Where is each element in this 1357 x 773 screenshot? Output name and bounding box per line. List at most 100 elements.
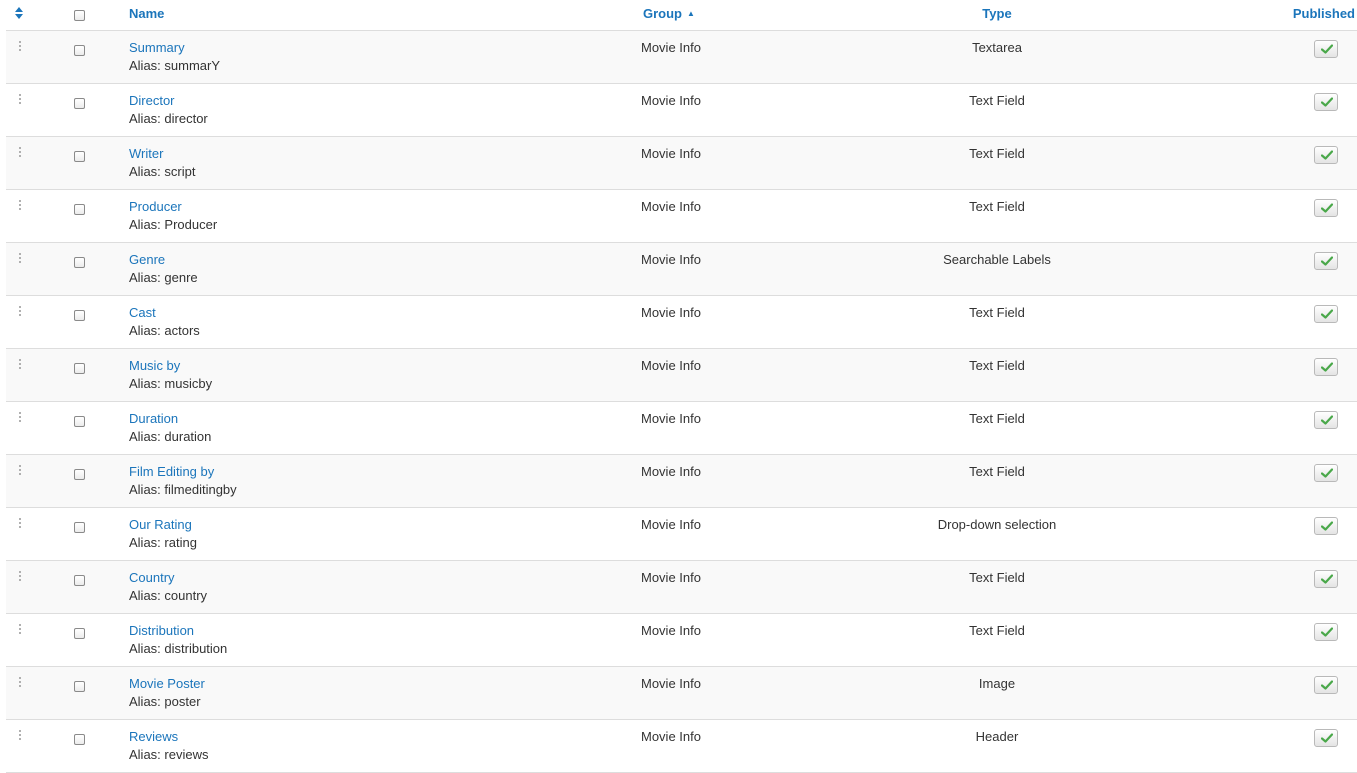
sort-updown-icon[interactable]	[14, 5, 24, 21]
table-row: Producer Alias: Producer Movie Info Text Fi…	[6, 190, 1357, 243]
published-toggle-button[interactable]	[1314, 252, 1338, 270]
field-type: Text Field	[969, 146, 1025, 161]
field-type: Text Field	[969, 570, 1025, 585]
field-name-link[interactable]: Music by	[129, 358, 180, 374]
table-row: Country Alias: country Movie Info Text Fiel…	[6, 561, 1357, 614]
drag-handle-icon[interactable]	[18, 571, 22, 583]
drag-handle-icon[interactable]	[18, 41, 22, 53]
table-header: Name Group ▲ Type Published	[6, 0, 1357, 31]
drag-handle-icon[interactable]	[18, 306, 22, 318]
row-checkbox[interactable]	[74, 522, 85, 533]
field-alias: Alias: Producer	[129, 217, 218, 232]
published-toggle-button[interactable]	[1314, 570, 1338, 588]
field-name-link[interactable]: Reviews	[129, 729, 178, 745]
table-row: Director Alias: director Movie Info Text Fi…	[6, 84, 1357, 137]
sort-by-published-link[interactable]: Published	[1293, 6, 1355, 21]
field-name-link[interactable]: Director	[129, 93, 175, 109]
row-checkbox[interactable]	[74, 575, 85, 586]
row-checkbox[interactable]	[74, 469, 85, 480]
published-toggle-button[interactable]	[1314, 40, 1338, 58]
field-group: Movie Info	[641, 623, 701, 638]
published-toggle-button[interactable]	[1314, 305, 1338, 323]
drag-handle-icon[interactable]	[18, 253, 22, 265]
drag-handle-icon[interactable]	[18, 412, 22, 424]
published-toggle-button[interactable]	[1314, 146, 1338, 164]
field-type: Searchable Labels	[943, 252, 1051, 267]
field-name-link[interactable]: Distribution	[129, 623, 194, 639]
field-alias: Alias: country	[129, 588, 208, 603]
field-alias: Alias: director	[129, 111, 208, 126]
published-toggle-button[interactable]	[1314, 199, 1338, 217]
row-checkbox[interactable]	[74, 416, 85, 427]
field-group: Movie Info	[641, 729, 701, 744]
drag-handle-icon[interactable]	[18, 730, 22, 742]
row-checkbox[interactable]	[74, 628, 85, 639]
table-row: Distribution Alias: distribution Movie Inf…	[6, 614, 1357, 667]
field-type: Drop-down selection	[937, 517, 1057, 532]
field-name-link[interactable]: Our Rating	[129, 517, 192, 533]
drag-handle-icon[interactable]	[18, 677, 22, 689]
field-alias: Alias: rating	[129, 535, 197, 550]
row-checkbox[interactable]	[74, 681, 85, 692]
field-alias: Alias: duration	[129, 429, 212, 444]
row-checkbox[interactable]	[74, 734, 85, 745]
table-row: Writer Alias: script Movie Info Text Field	[6, 137, 1357, 190]
field-type: Textarea	[972, 40, 1022, 55]
drag-handle-icon[interactable]	[18, 359, 22, 371]
published-toggle-button[interactable]	[1314, 517, 1338, 535]
row-checkbox[interactable]	[74, 151, 85, 162]
field-name-link[interactable]: Country	[129, 570, 175, 586]
table-row: Movie Poster Alias: poster Movie Info Image	[6, 667, 1357, 720]
drag-handle-icon[interactable]	[18, 200, 22, 212]
field-alias: Alias: genre	[129, 270, 198, 285]
row-checkbox[interactable]	[74, 98, 85, 109]
field-name-link[interactable]: Producer	[129, 199, 182, 215]
sort-ascending-icon: ▲	[687, 9, 695, 18]
field-group: Movie Info	[641, 517, 701, 532]
field-type: Text Field	[969, 411, 1025, 426]
table-row: Genre Alias: genre Movie Info Searchable La…	[6, 243, 1357, 296]
field-alias: Alias: actors	[129, 323, 200, 338]
row-checkbox[interactable]	[74, 257, 85, 268]
published-toggle-button[interactable]	[1314, 729, 1338, 747]
field-group: Movie Info	[641, 252, 701, 267]
field-group: Movie Info	[641, 411, 701, 426]
field-name-link[interactable]: Cast	[129, 305, 156, 321]
field-group: Movie Info	[641, 358, 701, 373]
field-alias: Alias: poster	[129, 694, 201, 709]
published-toggle-button[interactable]	[1314, 676, 1338, 694]
sort-by-name-link[interactable]: Name	[129, 6, 164, 21]
row-checkbox[interactable]	[74, 310, 85, 321]
row-checkbox[interactable]	[74, 45, 85, 56]
published-toggle-button[interactable]	[1314, 623, 1338, 641]
field-name-link[interactable]: Summary	[129, 40, 185, 56]
published-toggle-button[interactable]	[1314, 411, 1338, 429]
drag-handle-icon[interactable]	[18, 94, 22, 106]
published-toggle-button[interactable]	[1314, 358, 1338, 376]
field-type: Text Field	[969, 93, 1025, 108]
sort-by-type-link[interactable]: Type	[897, 6, 1097, 21]
table-row: Film Editing by Alias: filmeditingby Movie…	[6, 455, 1357, 508]
field-name-link[interactable]: Genre	[129, 252, 165, 268]
drag-handle-icon[interactable]	[18, 147, 22, 159]
field-type: Text Field	[969, 623, 1025, 638]
field-type: Header	[975, 729, 1019, 744]
published-toggle-button[interactable]	[1314, 464, 1338, 482]
sort-by-group-link[interactable]: Group ▲	[643, 6, 695, 21]
row-checkbox[interactable]	[74, 363, 85, 374]
field-name-link[interactable]: Film Editing by	[129, 464, 214, 480]
row-checkbox[interactable]	[74, 204, 85, 215]
table-row: Summary Alias: summarY Movie Info Textarea	[6, 31, 1357, 84]
field-name-link[interactable]: Movie Poster	[129, 676, 205, 692]
field-group: Movie Info	[641, 464, 701, 479]
drag-handle-icon[interactable]	[18, 624, 22, 636]
field-name-link[interactable]: Writer	[129, 146, 163, 162]
field-name-link[interactable]: Duration	[129, 411, 178, 427]
group-header-label: Group	[643, 6, 682, 21]
field-alias: Alias: musicby	[129, 376, 213, 391]
published-toggle-button[interactable]	[1314, 93, 1338, 111]
select-all-checkbox[interactable]	[74, 10, 85, 21]
drag-handle-icon[interactable]	[18, 465, 22, 477]
table-row: Reviews Alias: reviews Movie Info Header	[6, 720, 1357, 773]
drag-handle-icon[interactable]	[18, 518, 22, 530]
